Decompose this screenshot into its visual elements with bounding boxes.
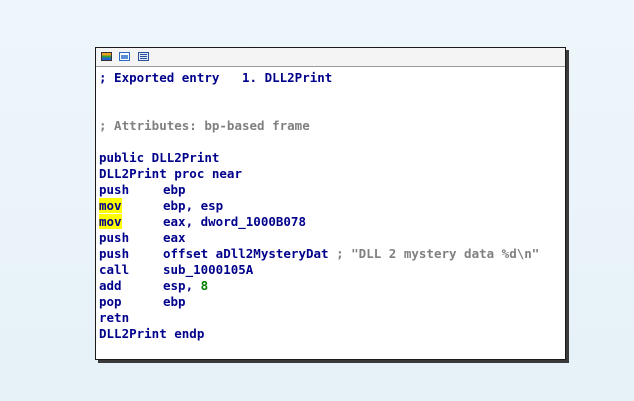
instruction-line[interactable]: pop ebp: [99, 294, 565, 310]
operand: eax: [163, 230, 186, 245]
instruction-line[interactable]: add esp, 8: [99, 278, 565, 294]
mnemonic: push: [99, 246, 130, 261]
endp-declaration[interactable]: DLL2Print endp: [99, 326, 565, 342]
public-declaration[interactable]: public DLL2Print: [99, 150, 565, 166]
mnemonic: push: [99, 230, 130, 245]
picture-icon[interactable]: [119, 52, 130, 61]
attributes-comment: ; Attributes: bp-based frame: [99, 118, 310, 133]
string-comment: ; "DLL 2 mystery data %d\n": [336, 246, 540, 261]
instruction-line[interactable]: push ebp: [99, 182, 565, 198]
operand: esp,: [163, 278, 201, 293]
text-view-icon[interactable]: [138, 52, 149, 61]
node-header: [96, 48, 565, 67]
operand[interactable]: sub_1000105A: [163, 262, 253, 277]
mnemonic: push: [99, 182, 130, 197]
graph-colors-icon[interactable]: [101, 52, 112, 61]
instruction-line[interactable]: push eax: [99, 230, 565, 246]
disassembly-listing[interactable]: ; Exported entry 1. DLL2Print ; Attribut…: [99, 70, 565, 342]
operand: ebp, esp: [163, 198, 224, 213]
mnemonic: add: [99, 278, 122, 293]
operand: ebp: [163, 182, 186, 197]
instruction-line[interactable]: retn: [99, 310, 565, 326]
instruction-line[interactable]: mov eax, dword_1000B078: [99, 214, 565, 230]
proc-declaration[interactable]: DLL2Print proc near: [99, 166, 565, 182]
mnemonic: call: [99, 262, 130, 277]
graph-node[interactable]: ; Exported entry 1. DLL2Print ; Attribut…: [95, 47, 566, 360]
exported-entry-comment: ; Exported entry 1. DLL2Print: [99, 70, 333, 85]
immediate-value: 8: [200, 278, 209, 293]
instruction-line[interactable]: call sub_1000105A: [99, 262, 565, 278]
mnemonic: retn: [99, 310, 130, 325]
mnemonic: pop: [99, 294, 122, 309]
instruction-line[interactable]: push offset aDll2MysteryDat ; "DLL 2 myst…: [99, 246, 565, 262]
operand[interactable]: eax, dword_1000B078: [163, 214, 306, 229]
mnemonic-highlighted: mov: [99, 198, 122, 213]
instruction-line[interactable]: mov ebp, esp: [99, 198, 565, 214]
operand: ebp: [163, 294, 186, 309]
mnemonic-highlighted: mov: [99, 214, 122, 229]
operand[interactable]: offset aDll2MysteryDat: [163, 246, 329, 261]
